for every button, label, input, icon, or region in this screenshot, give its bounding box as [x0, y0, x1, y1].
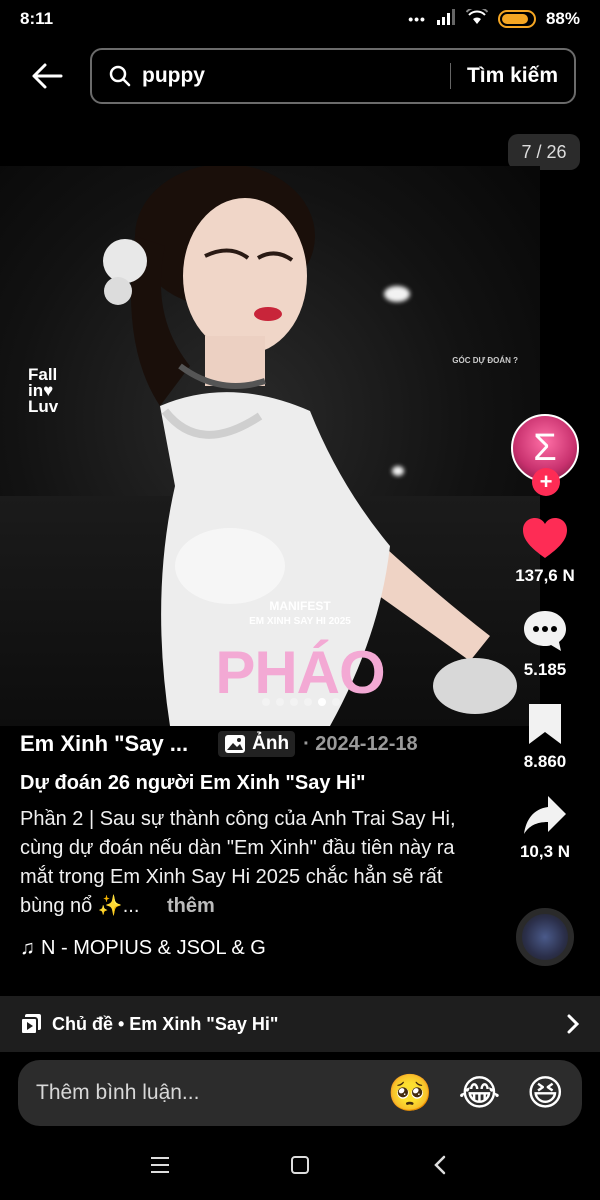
follow-button[interactable]: +	[532, 468, 560, 496]
search-query: puppy	[142, 64, 205, 87]
like-action[interactable]: 137,6 N	[515, 516, 575, 586]
search-submit-button[interactable]: Tìm kiếm	[467, 64, 558, 88]
music-title: N - MOPIUS & JSOL & G	[41, 937, 266, 959]
description-text: Phần 2 | Sau sự thành công của Anh Trai …	[20, 808, 456, 917]
playlist-label: Chủ đề • Em Xinh "Say Hi"	[52, 1013, 279, 1034]
bookmark-icon[interactable]	[525, 702, 565, 746]
battery-icon	[497, 10, 536, 28]
status-icons: ••• 88%	[408, 5, 580, 30]
post-photo[interactable]: Fall in♥ Luv GÓC DỰ ĐOÁN ? MANIFEST EM X…	[0, 166, 540, 726]
playlist-bar[interactable]: Chủ đề • Em Xinh "Say Hi"	[0, 996, 600, 1052]
music-disc-icon[interactable]	[516, 908, 574, 966]
carousel-dot	[262, 698, 270, 706]
wifi-icon	[465, 5, 489, 30]
battery-percent: 88%	[545, 9, 580, 28]
search-divider	[449, 63, 451, 89]
playlist-icon	[20, 1014, 41, 1035]
watermark-line: Luv	[28, 397, 59, 416]
tears-of-joy-emoji-button[interactable]: 😂	[458, 1072, 500, 1114]
photo-watermark: Fall in♥ Luv	[28, 366, 58, 416]
share-action[interactable]: 10,3 N	[520, 794, 570, 862]
back-button[interactable]	[26, 55, 68, 97]
post-description[interactable]: Phần 2 | Sau sự thành công của Anh Trai …	[20, 805, 460, 921]
system-back-button[interactable]	[420, 1145, 460, 1185]
comment-count: 5.185	[523, 660, 567, 679]
carousel-dot	[290, 698, 298, 706]
save-count: 8.860	[523, 752, 567, 771]
home-button[interactable]	[280, 1145, 320, 1185]
member-name-text: PHÁO	[215, 639, 385, 706]
post-date: · 2024-12-18	[303, 732, 418, 755]
carousel-dot	[276, 698, 284, 706]
post-caption: Em Xinh "Say ... Ảnh · 2024-12-18 Dự đoá…	[20, 726, 460, 960]
clock: 8:11	[20, 9, 54, 28]
carousel-dot	[304, 698, 312, 706]
carousel-counter: 7 / 26	[508, 134, 580, 170]
action-rail: Σ + 137,6 N 5.185 8.860 10,3 N	[490, 414, 600, 966]
laughing-emoji-button[interactable]: 😆	[526, 1072, 564, 1114]
like-count: 137,6 N	[515, 566, 575, 585]
manifest-caption: MANIFEST EM XINH SAY HI 2025	[240, 598, 360, 630]
search-icon	[109, 65, 131, 87]
corner-tag: GÓC DỰ ĐOÁN ?	[452, 356, 518, 365]
chevron-right-icon	[567, 1014, 580, 1034]
heart-icon[interactable]	[521, 516, 569, 560]
comment-action[interactable]: 5.185	[521, 608, 569, 680]
see-more-link[interactable]: thêm	[167, 895, 215, 917]
manifest-line: MANIFEST	[269, 599, 331, 613]
signal-icon	[436, 8, 456, 30]
recent-apps-button[interactable]	[140, 1145, 180, 1185]
caption-meta-row: Em Xinh "Say ... Ảnh · 2024-12-18	[20, 726, 460, 762]
arrow-left-icon	[32, 63, 63, 89]
pleading-face-emoji-button[interactable]: 🥺	[388, 1072, 433, 1114]
post-title: Dự đoán 26 người Em Xinh "Say Hi"	[20, 772, 366, 794]
comment-input[interactable]: Thêm bình luận...	[36, 1081, 362, 1105]
carousel-dot	[332, 698, 340, 706]
manifest-line: EM XINH SAY HI 2025	[249, 616, 351, 627]
carousel-dots	[262, 698, 340, 706]
comment-bubble-icon[interactable]	[521, 608, 569, 654]
battery-level	[501, 14, 529, 24]
image-icon	[225, 735, 246, 753]
comment-bar: Thêm bình luận... 🥺 😂 😆	[18, 1060, 582, 1126]
more-dots-icon: •••	[408, 11, 426, 27]
chevron-left-icon	[434, 1155, 446, 1175]
status-bar: 8:11 ••• 88%	[0, 0, 600, 38]
post-type-label: Ảnh	[252, 733, 290, 754]
share-arrow-icon[interactable]	[522, 794, 568, 836]
search-box: puppy Tìm kiếm	[90, 48, 576, 104]
author-name[interactable]: Em Xinh "Say ...	[20, 731, 188, 757]
menu-lines-icon	[151, 1157, 169, 1173]
search-header: puppy Tìm kiếm	[0, 48, 600, 104]
music-note-icon: ♫	[20, 937, 35, 959]
search-input[interactable]: puppy	[108, 50, 434, 102]
share-count: 10,3 N	[519, 842, 571, 861]
system-nav-bar	[0, 1130, 600, 1200]
music-track[interactable]: ♫ N - MOPIUS & JSOL & G	[20, 937, 300, 960]
post-type-badge: Ảnh	[218, 731, 296, 757]
square-icon	[291, 1156, 309, 1174]
carousel-dot	[318, 698, 326, 706]
save-action[interactable]: 8.860	[523, 702, 567, 772]
creator-avatar-wrapper: Σ +	[511, 414, 579, 496]
